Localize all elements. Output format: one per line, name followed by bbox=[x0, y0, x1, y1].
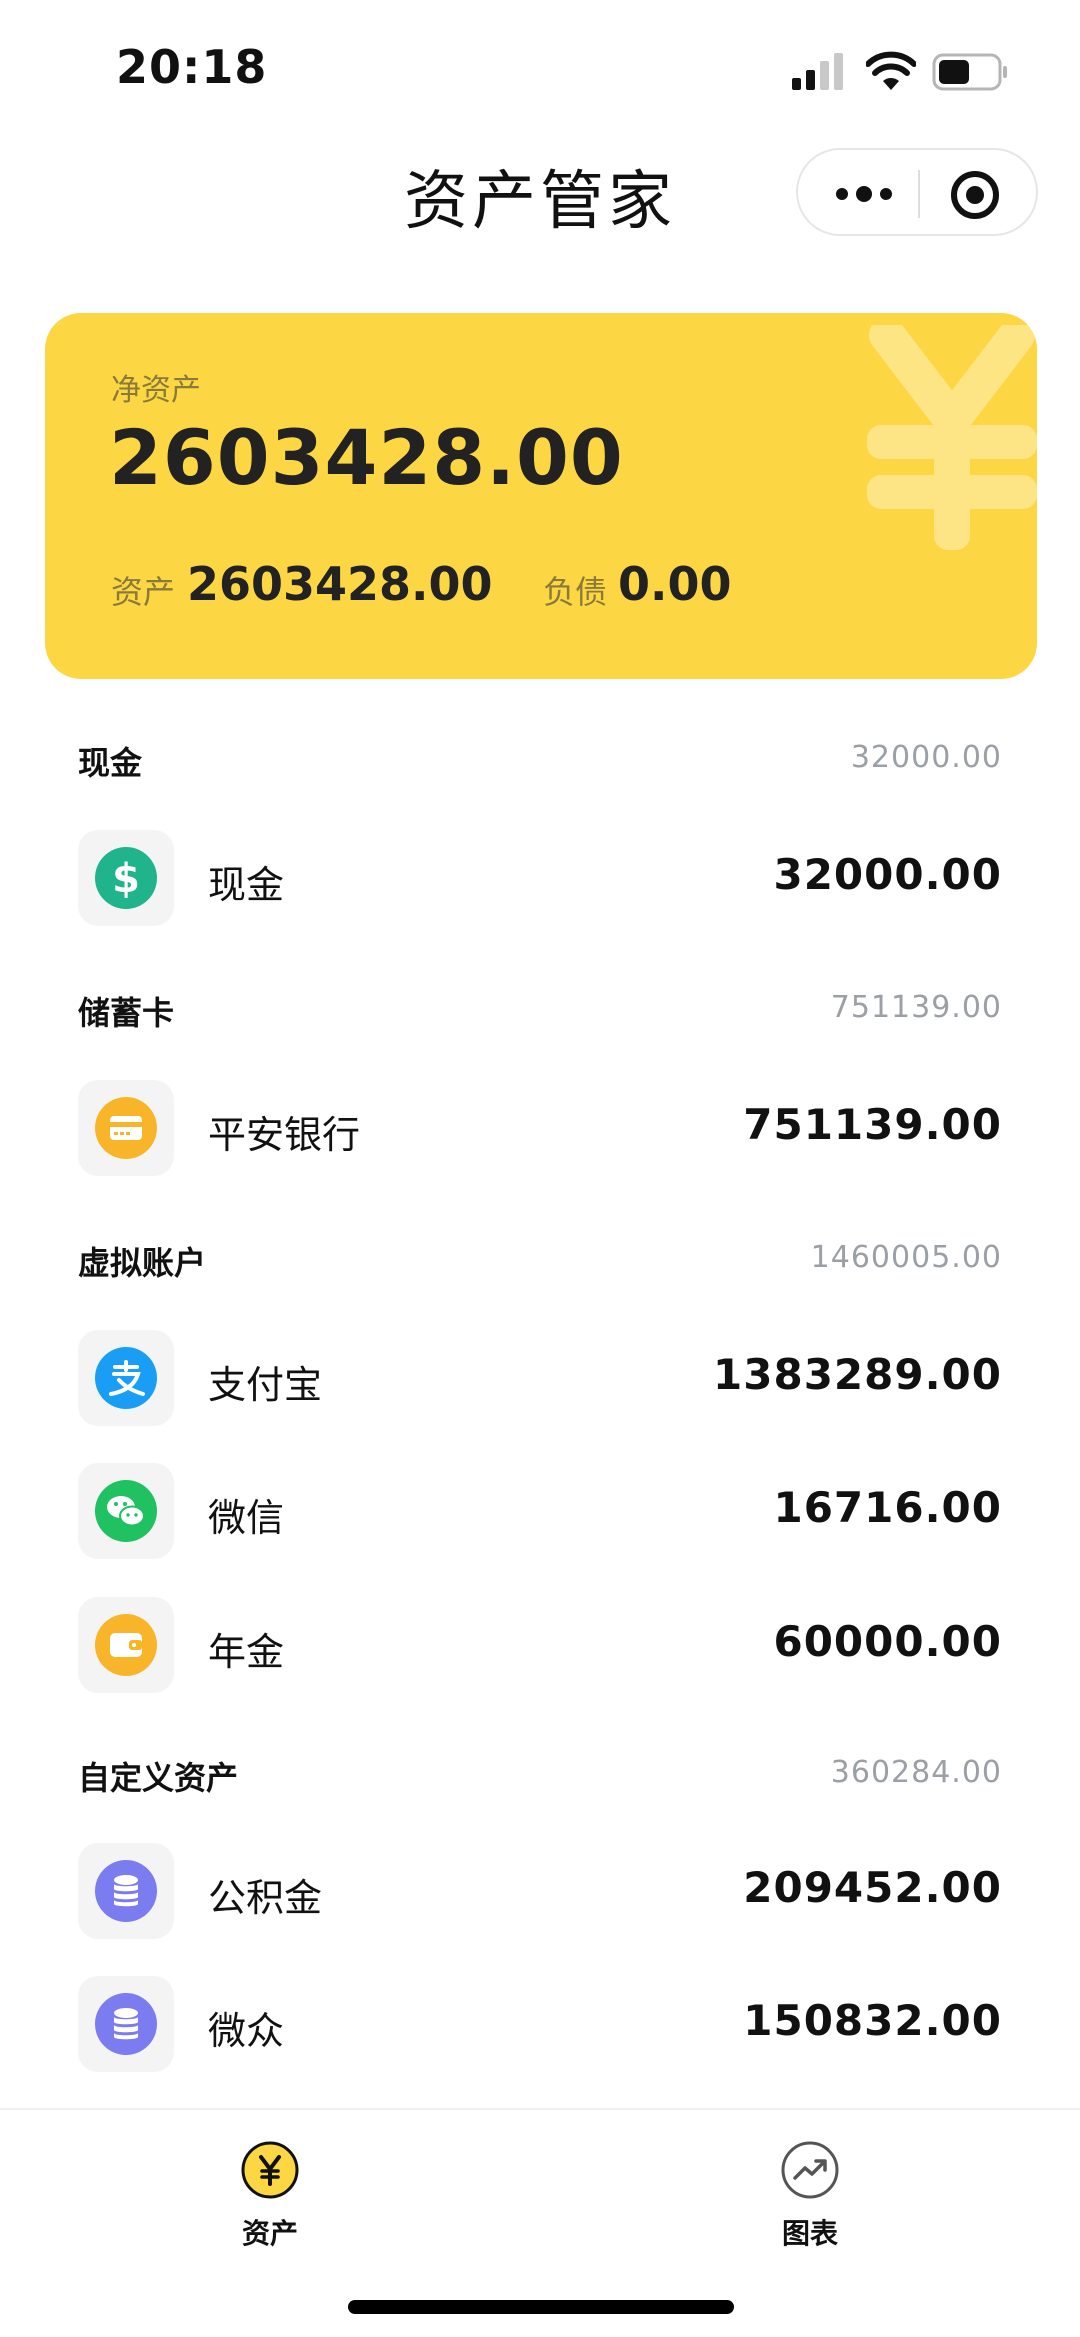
section-header-cash: 现金 32000.00 bbox=[78, 738, 1002, 788]
wifi-icon bbox=[866, 51, 916, 90]
section-header-virtual-accounts: 虚拟账户 1460005.00 bbox=[78, 1238, 1002, 1288]
card-icon bbox=[95, 1097, 157, 1159]
close-target-icon[interactable] bbox=[948, 168, 1002, 222]
section-total: 360284.00 bbox=[830, 1755, 1002, 1790]
account-name: 微信 bbox=[208, 1496, 285, 1540]
section-total: 1460005.00 bbox=[810, 1240, 1002, 1275]
icon-tile bbox=[78, 1597, 174, 1693]
list-item[interactable]: 微信 16716.00 bbox=[78, 1463, 1002, 1563]
account-amount: 150832.00 bbox=[743, 1996, 1002, 2045]
icon-tile bbox=[78, 1463, 174, 1559]
net-worth-value: 2603428.00 bbox=[109, 413, 624, 502]
account-name: 平安银行 bbox=[208, 1113, 361, 1157]
net-worth-label: 净资产 bbox=[111, 373, 201, 408]
account-amount: 209452.00 bbox=[743, 1863, 1002, 1912]
section-total: 751139.00 bbox=[830, 990, 1002, 1025]
account-amount: 1383289.00 bbox=[713, 1350, 1002, 1399]
section-title: 现金 bbox=[78, 744, 143, 782]
icon-tile bbox=[78, 1843, 174, 1939]
wechat-icon bbox=[95, 1480, 157, 1542]
database-icon bbox=[95, 1993, 157, 2055]
account-amount: 751139.00 bbox=[743, 1100, 1002, 1149]
signal-icon bbox=[792, 53, 843, 90]
account-amount: 32000.00 bbox=[773, 850, 1002, 899]
section-total: 32000.00 bbox=[850, 740, 1002, 775]
home-indicator[interactable] bbox=[348, 2300, 734, 2314]
list-item[interactable]: $ 现金 32000.00 bbox=[78, 830, 1002, 930]
svg-text:$: $ bbox=[112, 856, 140, 902]
status-bar: 20:18 bbox=[0, 0, 1080, 140]
net-worth-card[interactable]: 净资产 2603428.00 资产 2603428.00 负债 0.00 bbox=[45, 313, 1037, 679]
debt-value: 0.00 bbox=[618, 557, 732, 611]
account-name: 微众 bbox=[208, 2009, 285, 2053]
dollar-icon: $ bbox=[95, 847, 157, 909]
mini-program-capsule bbox=[796, 148, 1038, 236]
icon-tile: $ bbox=[78, 830, 174, 926]
section-title: 自定义资产 bbox=[78, 1759, 239, 1797]
icon-tile bbox=[78, 1330, 174, 1426]
debt-label: 负债 bbox=[543, 573, 608, 611]
alipay-icon bbox=[95, 1347, 157, 1409]
account-name: 支付宝 bbox=[208, 1363, 323, 1407]
list-item[interactable]: 支付宝 1383289.00 bbox=[78, 1330, 1002, 1430]
assets-label: 资产 bbox=[111, 573, 176, 611]
icon-tile bbox=[78, 1976, 174, 2072]
assets-value: 2603428.00 bbox=[187, 557, 493, 611]
tab-label: 资产 bbox=[241, 2217, 298, 2250]
capsule-divider bbox=[918, 170, 920, 218]
list-item[interactable]: 公积金 209452.00 bbox=[78, 1843, 1002, 1943]
section-header-custom-assets: 自定义资产 360284.00 bbox=[78, 1753, 1002, 1803]
section-title: 虚拟账户 bbox=[78, 1244, 207, 1282]
account-name: 公积金 bbox=[208, 1876, 323, 1920]
section-title: 储蓄卡 bbox=[78, 994, 175, 1032]
list-item[interactable]: 微众 150832.00 bbox=[78, 1976, 1002, 2076]
trend-chart-icon bbox=[781, 2141, 839, 2199]
yen-watermark-icon bbox=[867, 325, 1037, 550]
wallet-icon bbox=[95, 1614, 157, 1676]
icon-tile bbox=[78, 1080, 174, 1176]
yen-coin-icon bbox=[241, 2141, 299, 2199]
account-name: 现金 bbox=[208, 863, 285, 907]
account-amount: 16716.00 bbox=[773, 1483, 1002, 1532]
tab-assets[interactable]: 资产 bbox=[170, 2130, 370, 2250]
status-time: 20:18 bbox=[116, 40, 268, 94]
list-item[interactable]: 年金 60000.00 bbox=[78, 1597, 1002, 1697]
section-header-savings-card: 储蓄卡 751139.00 bbox=[78, 988, 1002, 1038]
database-icon bbox=[95, 1860, 157, 1922]
list-item[interactable]: 平安银行 751139.00 bbox=[78, 1080, 1002, 1180]
battery-icon bbox=[932, 53, 1007, 91]
tab-label: 图表 bbox=[781, 2217, 838, 2250]
more-icon[interactable] bbox=[828, 176, 900, 212]
account-name: 年金 bbox=[208, 1630, 285, 1674]
tab-charts[interactable]: 图表 bbox=[710, 2130, 910, 2250]
account-amount: 60000.00 bbox=[773, 1617, 1002, 1666]
